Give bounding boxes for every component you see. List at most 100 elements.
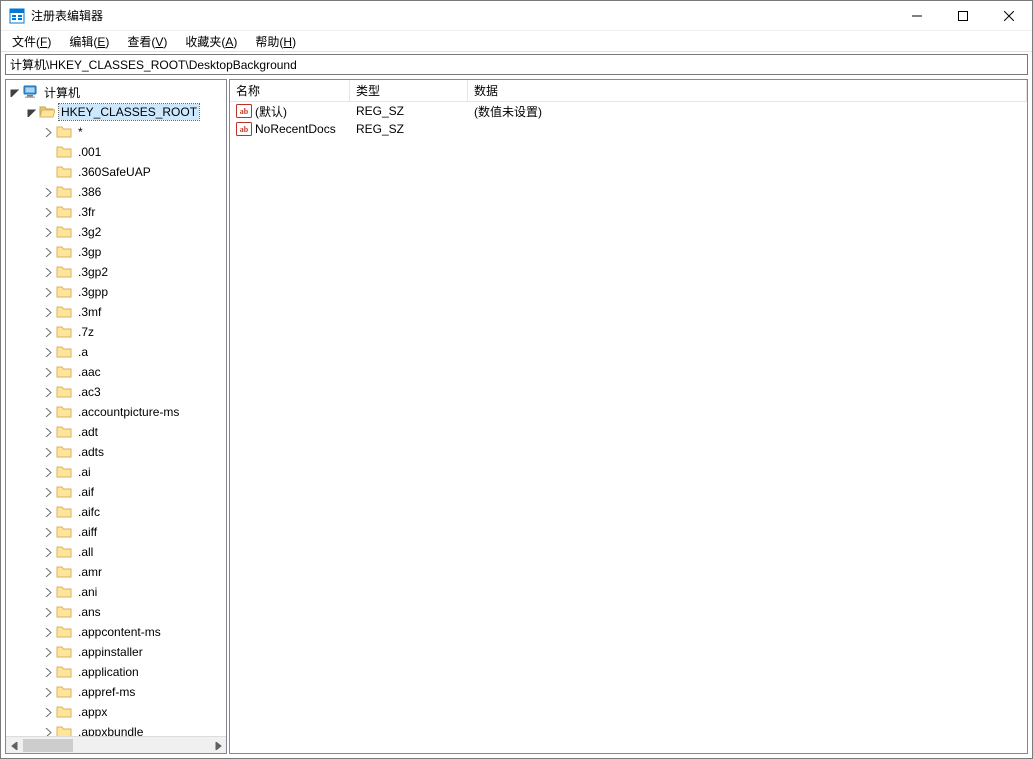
tree-item[interactable]: .ac3: [6, 382, 226, 402]
chevron-right-icon[interactable]: [40, 504, 56, 520]
tree-item[interactable]: .ans: [6, 602, 226, 622]
tree-item[interactable]: .aifc: [6, 502, 226, 522]
chevron-right-icon[interactable]: [40, 364, 56, 380]
tree-item[interactable]: .3fr: [6, 202, 226, 222]
tree-item[interactable]: .all: [6, 542, 226, 562]
chevron-right-icon[interactable]: [40, 284, 56, 300]
tree-item[interactable]: .aac: [6, 362, 226, 382]
chevron-right-icon[interactable]: [40, 184, 56, 200]
chevron-right-icon[interactable]: [40, 664, 56, 680]
tree-item[interactable]: .360SafeUAP: [6, 162, 226, 182]
tree-view[interactable]: 计算机HKEY_CLASSES_ROOT * .001.360SafeUAP .386…: [6, 80, 226, 736]
folder-icon: [56, 664, 72, 680]
tree-item[interactable]: .aif: [6, 482, 226, 502]
menu-item-f[interactable]: 文件(F): [3, 31, 60, 52]
tree-item[interactable]: 计算机: [6, 82, 226, 102]
folder-icon: [56, 684, 72, 700]
chevron-right-icon[interactable]: [40, 404, 56, 420]
tree-item[interactable]: .amr: [6, 562, 226, 582]
chevron-right-icon[interactable]: [40, 424, 56, 440]
chevron-right-icon[interactable]: [40, 724, 56, 736]
tree-item-label: .appcontent-ms: [76, 624, 163, 640]
chevron-right-icon[interactable]: [40, 204, 56, 220]
list-view[interactable]: (默认)REG_SZ(数值未设置)NoRecentDocsREG_SZ: [230, 102, 1027, 753]
chevron-right-icon[interactable]: [40, 524, 56, 540]
tree-item[interactable]: *: [6, 122, 226, 142]
chevron-right-icon[interactable]: [40, 384, 56, 400]
tree-item[interactable]: .3gpp: [6, 282, 226, 302]
chevron-down-icon[interactable]: [6, 84, 22, 100]
column-header-type[interactable]: 类型: [350, 80, 468, 101]
menu-item-a[interactable]: 收藏夹(A): [176, 31, 246, 52]
folder-icon: [56, 524, 72, 540]
chevron-right-icon[interactable]: [40, 564, 56, 580]
tree-item[interactable]: .appinstaller: [6, 642, 226, 662]
tree-item[interactable]: .001: [6, 142, 226, 162]
tree-item[interactable]: .ani: [6, 582, 226, 602]
chevron-right-icon[interactable]: [40, 644, 56, 660]
chevron-right-icon[interactable]: [40, 464, 56, 480]
chevron-right-icon[interactable]: [40, 624, 56, 640]
tree-item-label: .386: [76, 184, 103, 200]
menu-item-v[interactable]: 查看(V): [118, 31, 176, 52]
column-header-data[interactable]: 数据: [468, 80, 1027, 101]
scroll-thumb[interactable]: [23, 739, 73, 752]
chevron-right-icon[interactable]: [40, 484, 56, 500]
chevron-right-icon[interactable]: [40, 264, 56, 280]
chevron-right-icon[interactable]: [40, 344, 56, 360]
chevron-right-icon[interactable]: [40, 604, 56, 620]
tree-item-label: .appx: [76, 704, 109, 720]
close-button[interactable]: [986, 1, 1032, 31]
folder-icon: [56, 284, 72, 300]
list-row[interactable]: NoRecentDocsREG_SZ: [230, 120, 1027, 138]
list-row[interactable]: (默认)REG_SZ(数值未设置): [230, 102, 1027, 120]
tree-item-label: .aifc: [76, 504, 102, 520]
scroll-left-button[interactable]: [6, 737, 23, 754]
folder-icon: [56, 324, 72, 340]
tree-item[interactable]: .appcontent-ms: [6, 622, 226, 642]
tree-item[interactable]: .adt: [6, 422, 226, 442]
chevron-right-icon[interactable]: [40, 544, 56, 560]
tree-item[interactable]: .7z: [6, 322, 226, 342]
tree-item[interactable]: .3mf: [6, 302, 226, 322]
chevron-right-icon[interactable]: [40, 704, 56, 720]
column-header-name[interactable]: 名称: [230, 80, 350, 101]
tree-item[interactable]: .aiff: [6, 522, 226, 542]
tree-item-label: .aif: [76, 484, 96, 500]
chevron-right-icon[interactable]: [40, 244, 56, 260]
chevron-right-icon[interactable]: [40, 124, 56, 140]
tree-item[interactable]: .appxbundle: [6, 722, 226, 736]
tree-item[interactable]: HKEY_CLASSES_ROOT: [6, 102, 226, 122]
tree-item[interactable]: .3g2: [6, 222, 226, 242]
tree-item[interactable]: .a: [6, 342, 226, 362]
address-text: 计算机\HKEY_CLASSES_ROOT\DesktopBackground: [10, 56, 297, 73]
tree-item[interactable]: .3gp2: [6, 262, 226, 282]
tree-item-label: *: [76, 124, 85, 140]
chevron-down-icon[interactable]: [23, 104, 39, 120]
folder-icon: [56, 124, 72, 140]
scroll-right-button[interactable]: [209, 737, 226, 754]
tree-horizontal-scrollbar[interactable]: [6, 736, 226, 753]
chevron-right-icon[interactable]: [40, 444, 56, 460]
tree-item[interactable]: .appx: [6, 702, 226, 722]
tree-item[interactable]: .386: [6, 182, 226, 202]
tree-item[interactable]: .3gp: [6, 242, 226, 262]
window-title: 注册表编辑器: [31, 7, 894, 24]
tree-item[interactable]: .adts: [6, 442, 226, 462]
chevron-right-icon[interactable]: [40, 224, 56, 240]
chevron-right-icon[interactable]: [40, 324, 56, 340]
menu-item-h[interactable]: 帮助(H): [246, 31, 305, 52]
maximize-button[interactable]: [940, 1, 986, 31]
tree-item[interactable]: .accountpicture-ms: [6, 402, 226, 422]
close-icon: [1004, 11, 1014, 21]
chevron-right-icon[interactable]: [40, 584, 56, 600]
tree-item[interactable]: .ai: [6, 462, 226, 482]
address-bar[interactable]: 计算机\HKEY_CLASSES_ROOT\DesktopBackground: [5, 54, 1028, 75]
menu-item-e[interactable]: 编辑(E): [60, 31, 118, 52]
chevron-right-icon[interactable]: [40, 684, 56, 700]
minimize-button[interactable]: [894, 1, 940, 31]
tree-item[interactable]: .appref-ms: [6, 682, 226, 702]
tree-item-label: .ac3: [76, 384, 103, 400]
chevron-right-icon[interactable]: [40, 304, 56, 320]
tree-item[interactable]: .application: [6, 662, 226, 682]
